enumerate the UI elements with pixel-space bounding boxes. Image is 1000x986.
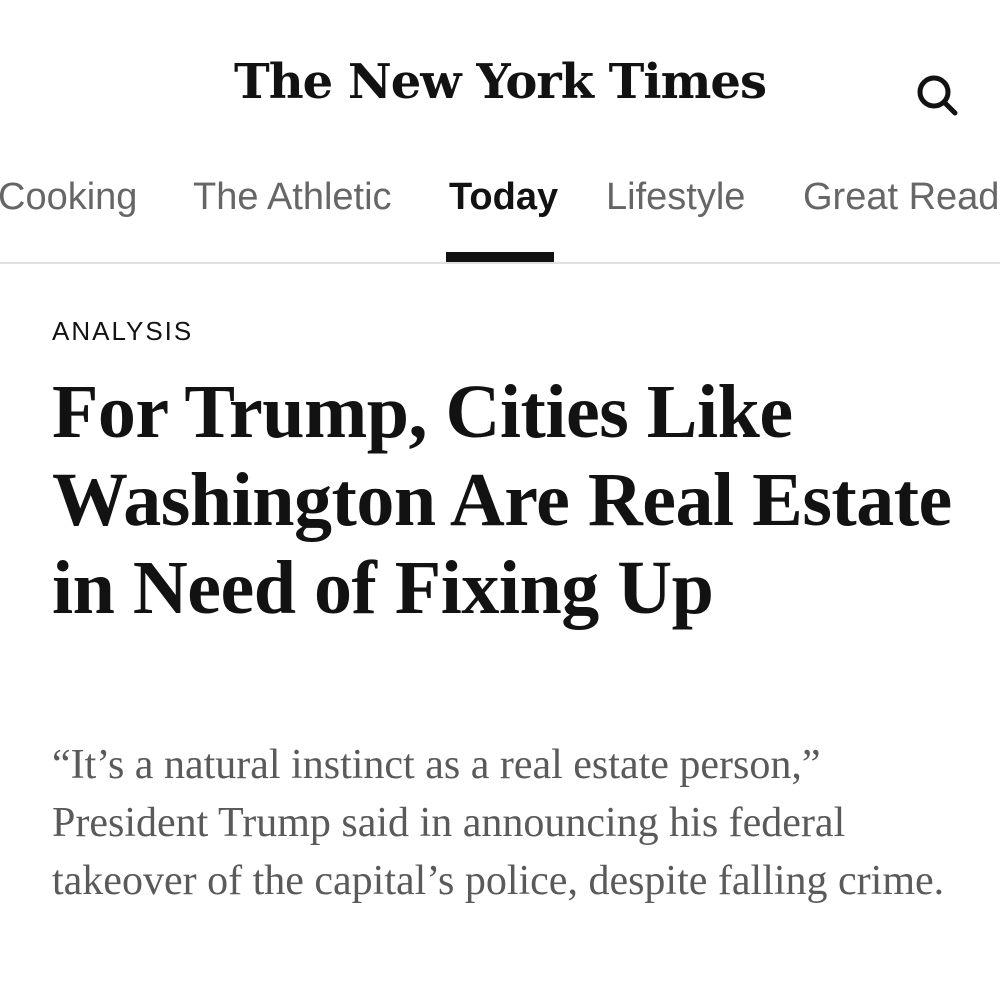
nyt-app-page: The New York Times Cooking The Athletic …	[0, 0, 1000, 986]
active-tab-indicator	[446, 252, 554, 262]
article-summary[interactable]: “It’s a natural instinct as a real estat…	[52, 736, 952, 910]
article-kicker: ANALYSIS	[52, 316, 194, 346]
nyt-logo[interactable]: The New York Times	[0, 52, 1000, 112]
search-icon	[917, 75, 958, 116]
nav-item-today[interactable]: Today	[449, 172, 558, 262]
search-button[interactable]	[908, 72, 960, 124]
article-headline[interactable]: For Trump, Cities Like Washington Are Re…	[52, 368, 952, 632]
nav-item-great-reads[interactable]: Great Reads	[803, 172, 1000, 262]
nav-item-cooking[interactable]: Cooking	[0, 172, 137, 262]
nav-item-lifestyle[interactable]: Lifestyle	[606, 172, 745, 262]
section-nav: Cooking The Athletic Today Lifestyle Gre…	[0, 150, 1000, 264]
masthead: The New York Times	[0, 0, 1000, 150]
nav-item-the-athletic[interactable]: The Athletic	[193, 172, 392, 262]
